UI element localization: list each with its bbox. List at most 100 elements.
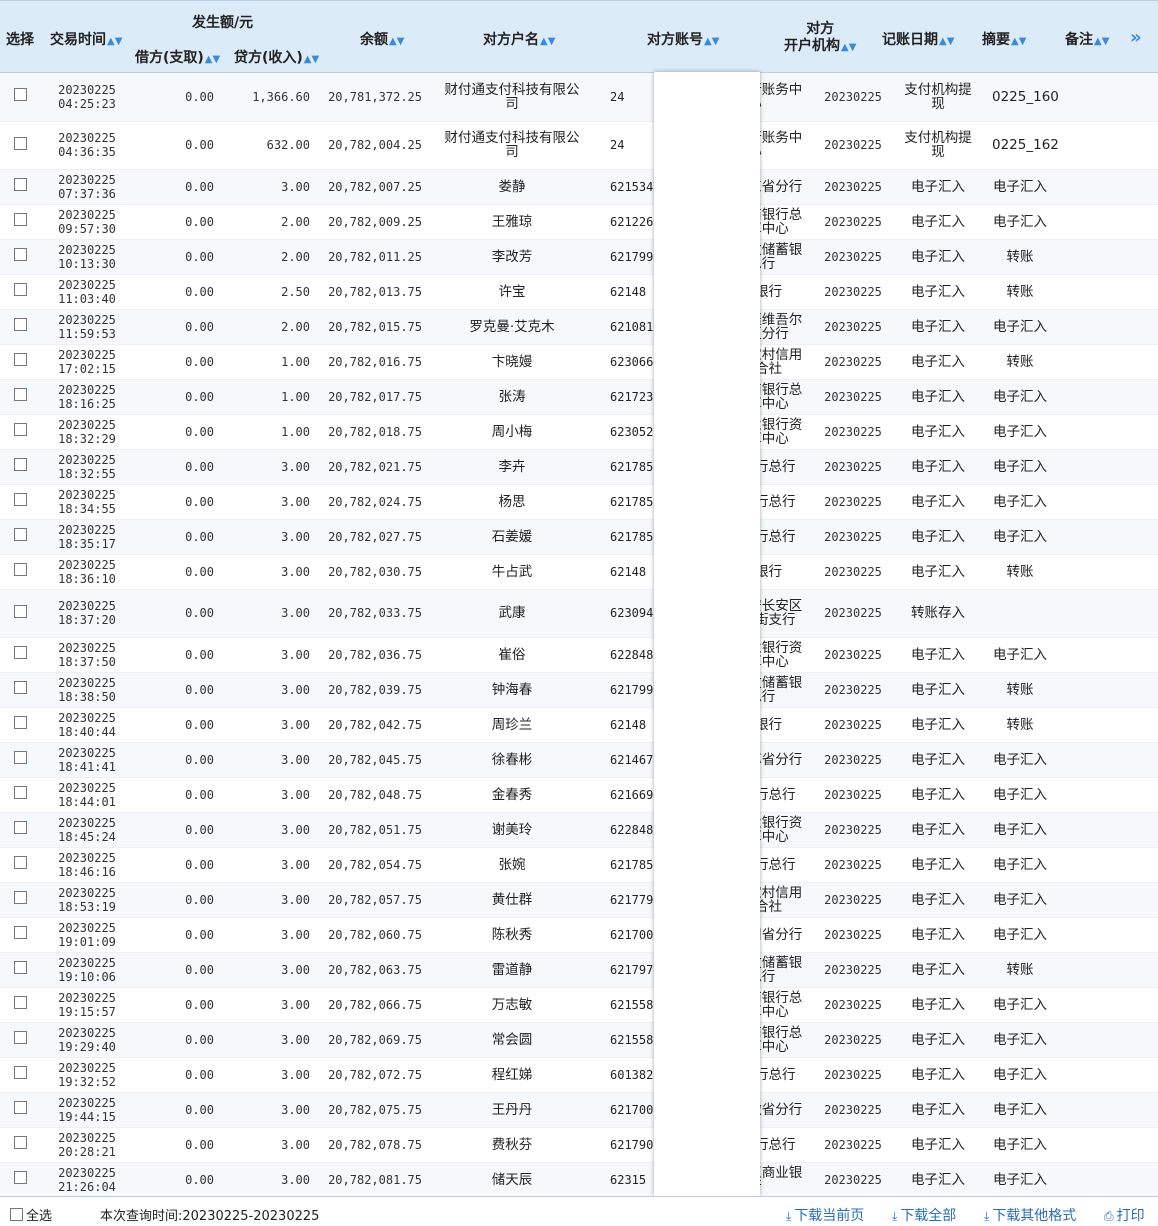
col-time[interactable]: 交易时间▲▼ [50, 29, 122, 49]
download-page-button[interactable]: ⤓ 下载当前页 [786, 1205, 864, 1225]
col-credit[interactable]: 贷方(收入)▲▼ [234, 47, 319, 67]
table-row[interactable]: 20230225 18:46:16 0.00 3.00 20,782,054.75 张婉 6… [0, 847, 1158, 883]
table-row[interactable]: 20230225 18:32:29 0.00 1.00 20,782,018.75 周小梅… [0, 414, 1158, 450]
cell-remark: 转账 [980, 707, 1060, 743]
sort-icon[interactable]: ▲▼ [304, 54, 319, 65]
cell-name: 张婉 [432, 847, 592, 883]
row-checkbox[interactable] [14, 961, 27, 974]
table-row[interactable]: 20230225 09:57:30 0.00 2.00 20,782,009.25 王雅琼… [0, 204, 1158, 240]
table-row[interactable]: 20230225 11:03:40 0.00 2.50 20,782,013.75 许宝 6… [0, 274, 1158, 310]
col-counterparty-name[interactable]: 对方户名▲▼ [483, 29, 555, 49]
cell-select [0, 672, 42, 708]
row-checkbox[interactable] [14, 926, 27, 939]
select-all-label: 全选 [26, 1209, 53, 1224]
table-row[interactable]: 20230225 18:44:01 0.00 3.00 20,782,048.75 金春秀… [0, 777, 1158, 813]
table-row[interactable]: 20230225 19:01:09 0.00 3.00 20,782,060.75 陈秋秀… [0, 917, 1158, 953]
cell-debit: 0.00 [132, 169, 222, 205]
row-checkbox[interactable] [14, 751, 27, 764]
table-row[interactable]: 20230225 07:37:36 0.00 3.00 20,782,007.25 娄静 6… [0, 169, 1158, 205]
table-row[interactable]: 20230225 18:40:44 0.00 3.00 20,782,042.75 周珍兰… [0, 707, 1158, 743]
table-row[interactable]: 20230225 10:13:30 0.00 2.00 20,782,011.25 李改芳… [0, 239, 1158, 275]
row-checkbox[interactable] [14, 646, 27, 659]
table-row[interactable]: 20230225 18:37:50 0.00 3.00 20,782,036.75 崔俗 6… [0, 637, 1158, 673]
table-row[interactable]: 20230225 18:34:55 0.00 3.00 20,782,024.75 杨思 6… [0, 484, 1158, 520]
table-row[interactable]: 20230225 18:16:25 0.00 1.00 20,782,017.75 张涛 6… [0, 379, 1158, 415]
row-checkbox[interactable] [14, 248, 27, 261]
cell-spacer [1060, 449, 1158, 485]
cell-time-clock: 19:15:57 [58, 1004, 116, 1019]
table-row[interactable]: 20230225 18:53:19 0.00 3.00 20,782,057.75 黄仕群… [0, 882, 1158, 918]
row-checkbox[interactable] [14, 1066, 27, 1079]
sort-icon[interactable]: ▲▼ [841, 42, 856, 53]
table-row[interactable]: 20230225 18:38:50 0.00 3.00 20,782,039.75 钟海春… [0, 672, 1158, 708]
row-checkbox[interactable] [14, 88, 27, 102]
table-row[interactable]: 20230225 18:35:17 0.00 3.00 20,782,027.75 石姜媛… [0, 519, 1158, 555]
row-checkbox[interactable] [14, 716, 27, 729]
sort-icon[interactable]: ▲▼ [704, 36, 719, 47]
row-checkbox[interactable] [14, 821, 27, 834]
cell-name: 费秋芬 [432, 1127, 592, 1163]
row-checkbox[interactable] [14, 178, 27, 191]
sort-icon[interactable]: ▲▼ [107, 36, 122, 47]
table-row[interactable]: 20230225 21:26:04 0.00 3.00 20,782,081.75 储天辰… [0, 1162, 1158, 1198]
row-checkbox[interactable] [14, 318, 27, 331]
row-checkbox[interactable] [14, 1031, 27, 1044]
cell-debit: 0.00 [132, 519, 222, 555]
table-row[interactable]: 20230225 18:36:10 0.00 3.00 20,782,030.75 牛占武… [0, 554, 1158, 590]
print-button[interactable]: ⎙ 打印 [1104, 1205, 1145, 1225]
row-checkbox[interactable] [14, 353, 27, 366]
table-row[interactable]: 20230225 19:10:06 0.00 3.00 20,782,063.75 雷道静… [0, 952, 1158, 988]
row-checkbox[interactable] [14, 283, 27, 296]
select-all[interactable]: 全选 [10, 1205, 52, 1224]
col-remark[interactable]: 备注▲▼ [1065, 29, 1109, 49]
row-checkbox[interactable] [14, 388, 27, 401]
next-columns-icon[interactable]: » [1130, 27, 1142, 48]
row-checkbox[interactable] [14, 528, 27, 541]
col-balance[interactable]: 余额▲▼ [360, 29, 404, 49]
sort-icon[interactable]: ▲▼ [939, 36, 954, 47]
download-other-button[interactable]: ⤓ 下载其他格式 [984, 1205, 1076, 1225]
sort-icon[interactable]: ▲▼ [389, 36, 404, 47]
row-checkbox[interactable] [14, 1101, 27, 1114]
download-all-button[interactable]: ⤓ 下载全部 [892, 1205, 956, 1225]
table-row[interactable]: 20230225 17:02:15 0.00 1.00 20,782,016.75 卞晓嫚… [0, 344, 1158, 380]
table-row[interactable]: 20230225 19:32:52 0.00 3.00 20,782,072.75 程红娣… [0, 1057, 1158, 1093]
table-row[interactable]: 20230225 19:44:15 0.00 3.00 20,782,075.75 王丹丹… [0, 1092, 1158, 1128]
sort-icon[interactable]: ▲▼ [1094, 36, 1109, 47]
table-row[interactable]: 20230225 20:28:21 0.00 3.00 20,782,078.75 费秋芬… [0, 1127, 1158, 1163]
table-row[interactable]: 20230225 18:41:41 0.00 3.00 20,782,045.75 徐春彬… [0, 742, 1158, 778]
row-checkbox[interactable] [14, 1136, 27, 1149]
table-row[interactable]: 20230225 18:37:20 0.00 3.00 20,782,033.75 武康 6… [0, 589, 1158, 638]
col-summary[interactable]: 摘要▲▼ [982, 29, 1026, 49]
row-checkbox[interactable] [14, 786, 27, 799]
row-checkbox[interactable] [14, 563, 27, 576]
table-row[interactable]: 20230225 04:25:23 0.00 1,366.60 20,781,372.2… [0, 73, 1158, 122]
table-row[interactable]: 20230225 18:32:55 0.00 3.00 20,782,021.75 李卉 6… [0, 449, 1158, 485]
row-checkbox[interactable] [14, 458, 27, 471]
table-row[interactable]: 20230225 04:36:35 0.00 632.00 20,782,004.25 财… [0, 121, 1158, 170]
col-debit[interactable]: 借方(支取)▲▼ [135, 47, 220, 67]
row-checkbox[interactable] [14, 493, 27, 506]
table-row[interactable]: 20230225 11:59:53 0.00 2.00 20,782,015.75 罗克曼… [0, 309, 1158, 345]
row-checkbox[interactable] [14, 604, 27, 618]
table-row[interactable]: 20230225 18:45:24 0.00 3.00 20,782,051.75 谢美玲… [0, 812, 1158, 848]
select-all-checkbox[interactable] [10, 1208, 23, 1221]
col-bank[interactable]: 对方 开户机构▲▼ [784, 21, 856, 56]
row-checkbox[interactable] [14, 856, 27, 869]
row-checkbox[interactable] [14, 213, 27, 226]
row-checkbox[interactable] [14, 996, 27, 1009]
row-checkbox[interactable] [14, 681, 27, 694]
row-checkbox[interactable] [14, 136, 27, 150]
sort-icon[interactable]: ▲▼ [1011, 36, 1026, 47]
row-checkbox[interactable] [14, 891, 27, 904]
row-checkbox[interactable] [14, 423, 27, 436]
table-row[interactable]: 20230225 19:15:57 0.00 3.00 20,782,066.75 万志敏… [0, 987, 1158, 1023]
col-post-date[interactable]: 记账日期▲▼ [882, 29, 954, 49]
sort-icon[interactable]: ▲▼ [205, 54, 220, 65]
cell-debit: 0.00 [132, 1022, 222, 1058]
col-counterparty-account[interactable]: 对方账号▲▼ [647, 29, 719, 49]
row-checkbox[interactable] [14, 1171, 27, 1184]
sort-icon[interactable]: ▲▼ [540, 36, 555, 47]
cell-post: 20230225 [810, 1092, 896, 1128]
table-row[interactable]: 20230225 19:29:40 0.00 3.00 20,782,069.75 常会圆… [0, 1022, 1158, 1058]
